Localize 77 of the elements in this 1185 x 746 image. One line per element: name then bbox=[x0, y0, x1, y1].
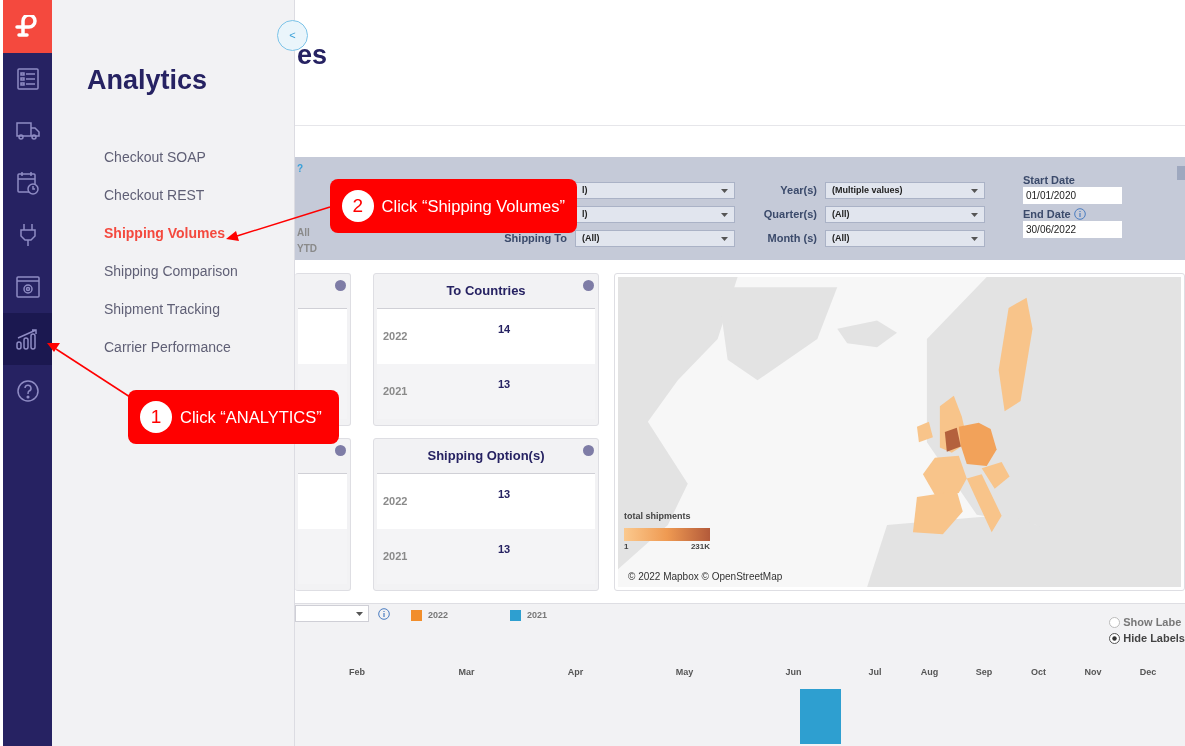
year-label: 2022 bbox=[383, 494, 409, 509]
month-label: Apr bbox=[567, 666, 584, 679]
card-value: 14 bbox=[498, 322, 511, 337]
date-field[interactable]: 01/01/2020 bbox=[1023, 187, 1122, 204]
card-row bbox=[298, 474, 347, 529]
list-icon bbox=[16, 68, 39, 90]
caret-icon bbox=[721, 188, 728, 193]
callout-text: Click “ANALYTICS” bbox=[180, 406, 322, 428]
card-value: 13 bbox=[498, 377, 511, 392]
caret-icon bbox=[721, 236, 728, 241]
year-label: 2021 bbox=[383, 549, 409, 564]
help-icon bbox=[16, 380, 39, 402]
filter-dropdown[interactable]: l) bbox=[575, 206, 735, 223]
legend-title: total shipments bbox=[624, 510, 692, 523]
date-label: End Date bbox=[1023, 207, 1071, 221]
filter-dropdown[interactable]: (All) bbox=[825, 230, 985, 247]
month-label: Jul bbox=[868, 666, 882, 679]
label-option-radio[interactable]: Hide Labels bbox=[1109, 632, 1185, 645]
settings-window-icon bbox=[15, 276, 40, 298]
month-label: Oct bbox=[1031, 666, 1046, 679]
date-field[interactable]: 30/06/2022 bbox=[1023, 221, 1122, 238]
label-option-radio[interactable]: Show Labe bbox=[1109, 616, 1185, 629]
card-row bbox=[298, 309, 347, 364]
filter-label: Month (s) bbox=[767, 231, 817, 247]
step-number: 2 bbox=[342, 190, 374, 222]
filter-dropdown[interactable]: l) bbox=[575, 182, 735, 199]
flyout-menu-item[interactable]: Carrier Performance bbox=[104, 328, 294, 366]
filter-dropdown[interactable]: (All) bbox=[575, 230, 735, 247]
status-dot-icon bbox=[335, 280, 346, 291]
callout-text: Click “Shipping Volumes” bbox=[381, 195, 565, 217]
card-value: 13 bbox=[498, 487, 511, 502]
flyout-menu-item[interactable]: Shipment Tracking bbox=[104, 290, 294, 328]
step-number: 1 bbox=[140, 401, 172, 433]
scale-min: 1 bbox=[624, 540, 629, 553]
plug-icon bbox=[18, 223, 37, 247]
growth-chart-icon bbox=[15, 328, 40, 350]
period-label: All bbox=[297, 226, 311, 240]
status-dot-icon bbox=[583, 445, 594, 456]
filter-label: Quarter(s) bbox=[763, 207, 817, 223]
caret-icon bbox=[356, 611, 363, 616]
legend-label: 2022 bbox=[428, 610, 449, 621]
caret-icon bbox=[971, 236, 978, 241]
legend-label: 2021 bbox=[527, 610, 548, 621]
info-icon bbox=[378, 608, 390, 620]
caret-icon bbox=[971, 188, 978, 193]
caret-icon bbox=[971, 212, 978, 217]
month-label: May bbox=[675, 666, 694, 679]
month-label: Dec bbox=[1139, 666, 1157, 679]
caret-icon bbox=[721, 212, 728, 217]
filter-label: Shipping To bbox=[504, 231, 567, 247]
calendar-clock-icon bbox=[16, 171, 39, 195]
flyout-menu-item[interactable]: Checkout SOAP bbox=[104, 138, 294, 176]
month-label: Nov bbox=[1084, 666, 1102, 679]
info-icon bbox=[1073, 208, 1086, 220]
scale-max: 231K bbox=[690, 540, 710, 553]
filter-dropdown[interactable]: (Multiple values) bbox=[825, 182, 985, 199]
map-credits: © 2022 Mapbox © OpenStreetMap bbox=[628, 570, 783, 584]
status-dot-icon bbox=[335, 445, 346, 456]
truck-icon bbox=[15, 121, 40, 141]
status-dot-icon bbox=[583, 280, 594, 291]
year-label: 2021 bbox=[383, 384, 409, 399]
card-value: 13 bbox=[498, 542, 511, 557]
date-label: Start Date bbox=[1023, 173, 1075, 187]
month-label: Feb bbox=[349, 666, 365, 679]
flyout-menu-item[interactable]: Checkout REST bbox=[104, 176, 294, 214]
month-label: Jun bbox=[785, 666, 802, 679]
month-label: Aug bbox=[920, 666, 939, 679]
card-title: Shipping Option(s) bbox=[427, 447, 545, 466]
flyout-title: Analytics bbox=[87, 64, 209, 97]
filter-label: Year(s) bbox=[780, 183, 817, 199]
filter-dropdown[interactable]: (All) bbox=[825, 206, 985, 223]
year-label: 2022 bbox=[383, 329, 409, 344]
month-label: Sep bbox=[975, 666, 993, 679]
card-title: To Countries bbox=[446, 282, 526, 301]
month-label: Mar bbox=[458, 666, 475, 679]
flyout-menu-item[interactable]: Shipping Comparison bbox=[104, 252, 294, 290]
period-label: YTD bbox=[297, 242, 318, 256]
